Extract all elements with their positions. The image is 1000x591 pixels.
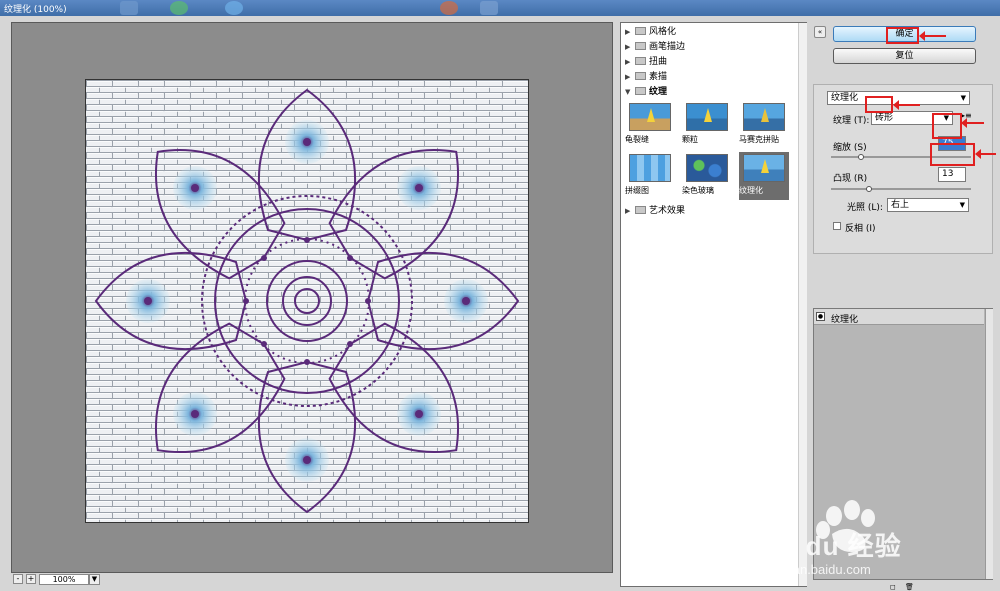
invert-label: 反相 (I) (845, 224, 876, 234)
filter-gallery-dialog: - + 100% ▼ ▶ 风格化 ▶ 画笔描边 ▶ 扭曲 ▶ 素描 ▼ 纹理 龟裂缝 颗粒… (0, 16, 1000, 591)
category-brush-strokes[interactable]: ▶ 画笔描边 (621, 40, 797, 54)
light-label: 光照 (L): (847, 203, 883, 213)
invert-checkbox[interactable] (833, 222, 841, 230)
filter-options: 纹理化 ▼ 纹理 (T): 砖形 ▼ ▸≡ 缩放 (S) 75 凸现 (R) 13 … (813, 84, 993, 254)
folder-icon (635, 27, 646, 35)
arrow-ok (919, 31, 946, 41)
arrow-relief (975, 149, 996, 159)
zoom-in-button[interactable]: + (26, 574, 36, 584)
light-select[interactable]: 右上 ▼ (887, 198, 969, 212)
title-bar: 纹理化 (100%) (0, 0, 1000, 16)
relief-field[interactable]: 13 (938, 167, 966, 182)
eye-icon[interactable]: ● (816, 312, 825, 321)
texture-label: 纹理 (T): (833, 116, 870, 126)
thumb-grain[interactable]: 颗粒 (682, 101, 732, 149)
preview-footer: - + 100% ▼ (11, 574, 613, 586)
expand-icon: ▶ (625, 58, 631, 66)
baidu-watermark: Bai du 经验 jingyan.baidu.com (754, 490, 964, 586)
category-sketch[interactable]: ▶ 素描 (621, 70, 797, 84)
taskbar-icon (170, 1, 188, 15)
zoom-level[interactable]: 100% (39, 574, 89, 585)
folder-icon (635, 206, 646, 214)
zoom-out-button[interactable]: - (13, 574, 23, 584)
taskbar-icon (480, 1, 498, 15)
folder-icon (635, 42, 646, 50)
expand-icon: ▶ (625, 207, 631, 215)
arrow-scaling (961, 118, 984, 128)
zoom-dropdown-icon[interactable]: ▼ (89, 574, 100, 585)
effect-layer-name: 纹理化 (831, 315, 859, 325)
effect-layer-row[interactable]: ● 纹理化 (814, 309, 984, 325)
arrow-texture (893, 100, 920, 110)
thumb-image (743, 103, 785, 131)
collapse-icon: ▼ (625, 88, 631, 96)
chevron-down-icon: ▼ (960, 94, 966, 102)
expand-icon: ▶ (625, 73, 631, 81)
thumb-image (686, 103, 728, 131)
expand-icon: ▶ (625, 28, 631, 36)
folder-icon (635, 72, 646, 80)
preview-panel[interactable] (11, 22, 613, 573)
expand-icon: ▶ (625, 43, 631, 51)
highlight-relief (930, 143, 975, 166)
thumb-image (743, 154, 785, 182)
category-distort[interactable]: ▶ 扭曲 (621, 55, 797, 69)
thumb-image (686, 154, 728, 182)
category-texture[interactable]: ▼ 纹理 (621, 85, 797, 99)
watermark-brand: Bai du 经验 (754, 531, 902, 561)
collapse-gallery-icon[interactable]: « (814, 26, 826, 38)
folder-icon (635, 57, 646, 65)
window-title: 纹理化 (100%) (4, 5, 67, 15)
category-stylize[interactable]: ▶ 风格化 (621, 25, 797, 39)
taskbar-icon (440, 1, 458, 15)
thumb-texturizer[interactable]: 纹理化 (739, 152, 789, 200)
watermark-url: jingyan.baidu.com (766, 562, 871, 577)
thumb-patchwork[interactable]: 拼缀图 (625, 152, 675, 200)
highlight-scaling (932, 113, 962, 139)
folder-open-icon (635, 87, 646, 95)
scaling-slider-thumb[interactable] (857, 154, 864, 160)
highlight-ok (886, 27, 919, 44)
layers-scrollbar[interactable] (985, 309, 993, 579)
relief-slider-thumb[interactable] (865, 186, 872, 192)
taskbar-icon (225, 1, 243, 15)
relief-slider[interactable] (831, 186, 971, 192)
thumb-image (629, 154, 671, 182)
relief-label: 凸现 (R) (833, 174, 868, 184)
thumb-image (629, 103, 671, 131)
mandala-image (86, 80, 528, 522)
thumb-craquelure[interactable]: 龟裂缝 (625, 101, 675, 149)
thumb-mosaic-tiles[interactable]: 马赛克拼贴 (739, 101, 789, 149)
preview-canvas (86, 80, 528, 522)
category-artistic[interactable]: ▶ 艺术效果 (621, 204, 797, 218)
chevron-down-icon: ▼ (959, 201, 965, 209)
reset-button[interactable]: 复位 (833, 48, 976, 64)
highlight-texture (865, 96, 893, 113)
taskbar-icon (120, 1, 138, 15)
scaling-label: 缩放 (S) (833, 143, 867, 153)
thumb-stained-glass[interactable]: 染色玻璃 (682, 152, 732, 200)
